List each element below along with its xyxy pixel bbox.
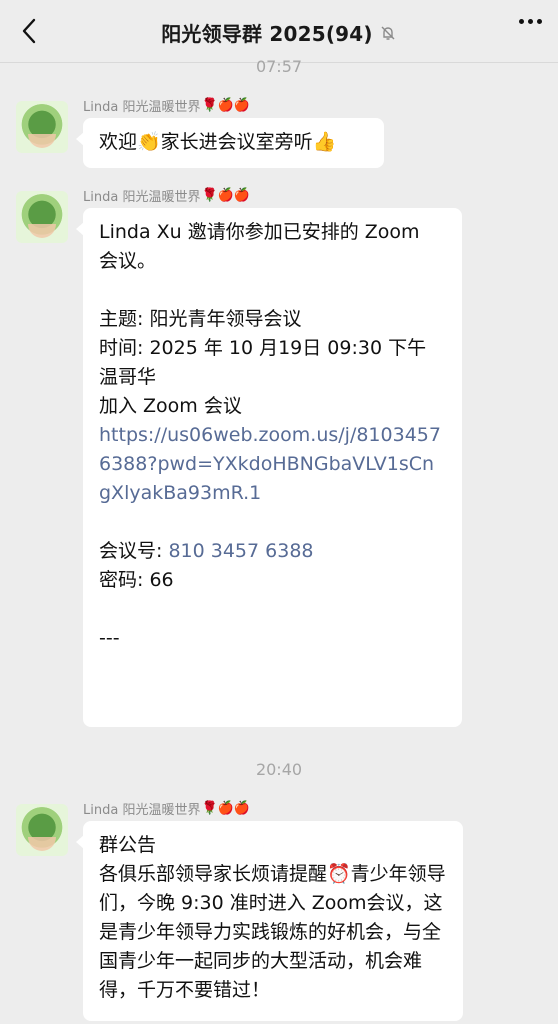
meeting-timezone: 温哥华 bbox=[99, 366, 157, 388]
sender-avatar[interactable] bbox=[16, 101, 68, 153]
chat-title-container[interactable]: 阳光领导群 2025(94) bbox=[0, 18, 558, 47]
bell-slash-icon bbox=[379, 24, 397, 42]
more-dots-icon bbox=[519, 19, 524, 24]
chat-title: 阳光领导群 2025(94) bbox=[161, 22, 373, 46]
sender-avatar[interactable] bbox=[16, 191, 68, 243]
meeting-topic: 主题: 阳光青年领导会议 bbox=[99, 308, 302, 330]
sender-name: Linda 阳光温暖世界 🌹🍎🍎 bbox=[83, 188, 251, 205]
zoom-invite-bubble[interactable]: Linda Xu 邀请你参加已安排的 Zoom 会议。 主题: 阳光青年领导会议… bbox=[76, 208, 462, 727]
sender-name: Linda 阳光温暖世界 🌹🍎🍎 bbox=[83, 801, 251, 818]
announcement-title: 群公告 bbox=[99, 834, 157, 856]
chat-header: 阳光领导群 2025(94) bbox=[0, 0, 558, 63]
timestamp: 20:40 bbox=[255, 760, 303, 779]
more-options-button[interactable] bbox=[519, 19, 542, 24]
meeting-id-row: 会议号: 810 3457 6388 bbox=[99, 540, 314, 562]
separator-text: --- bbox=[99, 627, 120, 649]
announcement-body: 各俱乐部领导家长烦请提醒⏰青少年领导们，今晚 9:30 准时进入 Zoom会议，… bbox=[99, 863, 446, 1001]
meeting-time: 时间: 2025 年 10 月19日 09:30 下午 bbox=[99, 337, 427, 359]
zoom-join-link[interactable]: https://us06web.zoom.us/j/81034576388?pw… bbox=[99, 421, 446, 508]
message-text: 欢迎👏家长进会议室旁听👍 bbox=[99, 131, 337, 153]
message-bubble[interactable]: 欢迎👏家长进会议室旁听👍 bbox=[76, 118, 384, 168]
invite-text-cont: 会议。 bbox=[99, 250, 157, 272]
timestamp: 07:57 bbox=[255, 57, 303, 76]
invite-text: Linda Xu 邀请你参加已安排的 Zoom bbox=[99, 221, 420, 243]
meeting-password: 密码: 66 bbox=[99, 569, 174, 591]
announcement-bubble[interactable]: 群公告 各俱乐部领导家长烦请提醒⏰青少年领导们，今晚 9:30 准时进入 Zoo… bbox=[76, 821, 463, 1021]
sender-name: Linda 阳光温暖世界 🌹🍎🍎 bbox=[83, 98, 251, 115]
sender-avatar[interactable] bbox=[16, 804, 68, 856]
join-label: 加入 Zoom 会议 bbox=[99, 395, 242, 417]
meeting-id-link[interactable]: 810 3457 6388 bbox=[168, 540, 313, 562]
